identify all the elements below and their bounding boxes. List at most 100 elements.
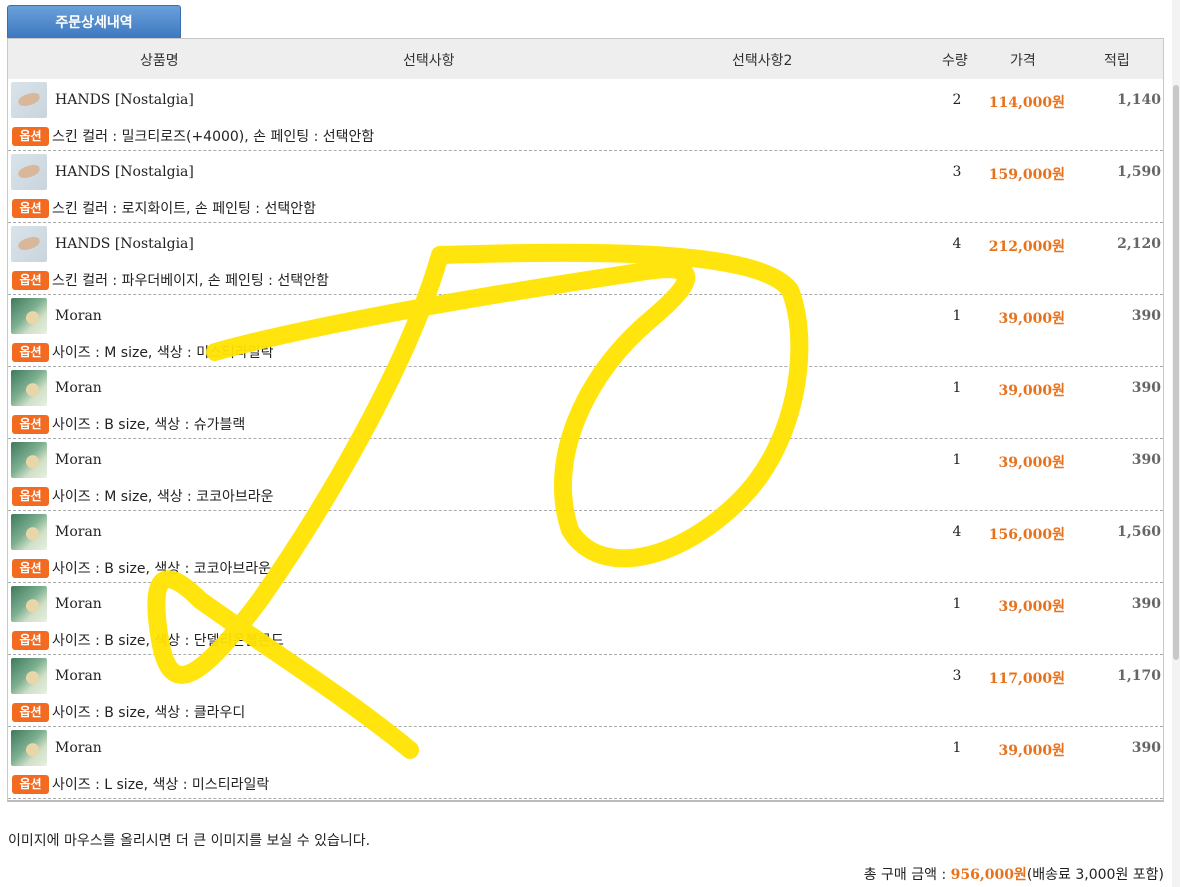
scrollbar-thumb[interactable] [1173, 85, 1179, 660]
quantity: 3 [952, 668, 962, 684]
product-thumbnail[interactable] [11, 442, 47, 478]
price: 159,000원 [988, 167, 1065, 183]
quantity: 2 [952, 92, 962, 108]
points: 390 [1131, 452, 1161, 468]
product-thumbnail[interactable] [11, 298, 47, 334]
option-line: 옵션 스킨 컬러 : 밀크티로즈(+4000), 손 페인팅 : 선택안함 [12, 126, 374, 146]
table-row: Moran 3 117,000원 1,170 옵션 사이즈 : B size, 색상 : … [8, 655, 1163, 727]
option-badge: 옵션 [12, 126, 49, 146]
total-label: 총 구매 금액 : [863, 867, 951, 883]
option-text: 사이즈 : B size, 색상 : 코코아브라운 [52, 561, 272, 577]
option-text: 스킨 컬러 : 밀크티로즈(+4000), 손 페인팅 : 선택안함 [52, 129, 375, 145]
product-name-link[interactable]: Moran [55, 308, 102, 324]
product-thumbnail[interactable] [11, 82, 47, 118]
option-line: 옵션 스킨 컬러 : 파우더베이지, 손 페인팅 : 선택안함 [12, 270, 329, 290]
column-header-price: 가격 [1010, 53, 1036, 69]
points: 390 [1131, 380, 1161, 396]
column-header-option2: 선택사항2 [732, 53, 793, 69]
price: 39,000원 [998, 743, 1065, 759]
option-badge: 옵션 [12, 270, 49, 290]
shipping-note: (배송료 3,000원 포함) [1026, 867, 1164, 883]
price: 212,000원 [988, 239, 1065, 255]
product-thumbnail[interactable] [11, 226, 47, 262]
column-header-product: 상품명 [140, 53, 179, 69]
product-name-link[interactable]: Moran [55, 524, 102, 540]
quantity: 1 [952, 596, 962, 612]
points: 390 [1131, 740, 1161, 756]
order-detail-tab[interactable]: 주문상세내역 [7, 5, 181, 38]
option-line: 옵션 사이즈 : B size, 색상 : 슈가블랙 [12, 414, 245, 434]
table-row: Moran 1 39,000원 390 옵션 사이즈 : M size, 색상 : 코코아… [8, 439, 1163, 511]
product-name-link[interactable]: HANDS [Nostalgia] [55, 92, 194, 108]
price: 39,000원 [998, 455, 1065, 471]
option-badge: 옵션 [12, 342, 49, 362]
quantity: 1 [952, 308, 962, 324]
option-text: 스킨 컬러 : 파우더베이지, 손 페인팅 : 선택안함 [52, 273, 329, 289]
option-badge: 옵션 [12, 414, 49, 434]
option-text: 사이즈 : B size, 색상 : 슈가블랙 [52, 417, 246, 433]
column-header-option1: 선택사항 [403, 53, 455, 69]
points: 1,590 [1117, 164, 1161, 180]
option-text: 사이즈 : B size, 색상 : 클라우디 [52, 705, 246, 721]
price: 39,000원 [998, 599, 1065, 615]
product-name-link[interactable]: Moran [55, 740, 102, 756]
column-header-points: 적립 [1104, 53, 1130, 69]
product-thumbnail[interactable] [11, 154, 47, 190]
option-line: 옵션 사이즈 : M size, 색상 : 미스티라일락 [12, 342, 274, 362]
points: 1,170 [1117, 668, 1161, 684]
option-badge: 옵션 [12, 774, 49, 794]
table-row: Moran 1 39,000원 390 옵션 사이즈 : L size, 색상 : 미스티… [8, 727, 1163, 799]
table-row: HANDS [Nostalgia] 4 212,000원 2,120 옵션 스킨 컬러 :… [8, 223, 1163, 295]
price: 156,000원 [988, 527, 1065, 543]
column-header-qty: 수량 [942, 53, 968, 69]
quantity: 4 [952, 236, 962, 252]
table-row: Moran 4 156,000원 1,560 옵션 사이즈 : B size, 색상 : … [8, 511, 1163, 583]
product-thumbnail[interactable] [11, 370, 47, 406]
order-total: 총 구매 금액 : 956,000원(배송료 3,000원 포함) [864, 864, 1164, 884]
points: 1,140 [1117, 92, 1161, 108]
order-detail-table: 상품명 선택사항 선택사항2 수량 가격 적립 HANDS [Nostalgia… [7, 38, 1164, 802]
option-text: 사이즈 : M size, 색상 : 코코아브라운 [52, 489, 274, 505]
product-name-link[interactable]: HANDS [Nostalgia] [55, 236, 194, 252]
quantity: 4 [952, 524, 962, 540]
option-text: 사이즈 : B size, 색상 : 단델리온블론드 [52, 633, 284, 649]
product-thumbnail[interactable] [11, 514, 47, 550]
quantity: 3 [952, 164, 962, 180]
product-thumbnail[interactable] [11, 730, 47, 766]
table-row: HANDS [Nostalgia] 2 114,000원 1,140 옵션 스킨 컬러 :… [8, 79, 1163, 151]
points: 390 [1131, 596, 1161, 612]
product-thumbnail[interactable] [11, 658, 47, 694]
product-name-link[interactable]: Moran [55, 668, 102, 684]
points: 1,560 [1117, 524, 1161, 540]
quantity: 1 [952, 380, 962, 396]
points: 390 [1131, 308, 1161, 324]
quantity: 1 [952, 452, 962, 468]
price: 117,000원 [988, 671, 1065, 687]
table-row: HANDS [Nostalgia] 3 159,000원 1,590 옵션 스킨 컬러 :… [8, 151, 1163, 223]
quantity: 1 [952, 740, 962, 756]
image-hover-hint: 이미지에 마우스를 올리시면 더 큰 이미지를 보실 수 있습니다. [8, 833, 371, 849]
total-amount: 956,000원 [950, 867, 1027, 883]
table-row: Moran 1 39,000원 390 옵션 사이즈 : B size, 색상 : 단델리… [8, 583, 1163, 655]
price: 114,000원 [988, 95, 1065, 111]
option-text: 스킨 컬러 : 로지화이트, 손 페인팅 : 선택안함 [52, 201, 316, 217]
option-badge: 옵션 [12, 558, 49, 578]
product-name-link[interactable]: Moran [55, 452, 102, 468]
option-line: 옵션 사이즈 : L size, 색상 : 미스티라일락 [12, 774, 269, 794]
table-row: Moran 1 39,000원 390 옵션 사이즈 : M size, 색상 : 미스티… [8, 295, 1163, 367]
price: 39,000원 [998, 383, 1065, 399]
product-name-link[interactable]: Moran [55, 596, 102, 612]
option-badge: 옵션 [12, 630, 49, 650]
product-name-link[interactable]: HANDS [Nostalgia] [55, 164, 194, 180]
option-badge: 옵션 [12, 702, 49, 722]
option-line: 옵션 사이즈 : B size, 색상 : 단델리온블론드 [12, 630, 284, 650]
product-thumbnail[interactable] [11, 586, 47, 622]
product-name-link[interactable]: Moran [55, 380, 102, 396]
option-text: 사이즈 : M size, 색상 : 미스티라일락 [52, 345, 274, 361]
vertical-scrollbar[interactable] [1172, 0, 1180, 887]
option-line: 옵션 스킨 컬러 : 로지화이트, 손 페인팅 : 선택안함 [12, 198, 316, 218]
option-text: 사이즈 : L size, 색상 : 미스티라일락 [52, 777, 270, 793]
table-row: Moran 1 39,000원 390 옵션 사이즈 : B size, 색상 : 슈가블… [8, 367, 1163, 439]
points: 2,120 [1117, 236, 1161, 252]
option-line: 옵션 사이즈 : B size, 색상 : 코코아브라운 [12, 558, 271, 578]
